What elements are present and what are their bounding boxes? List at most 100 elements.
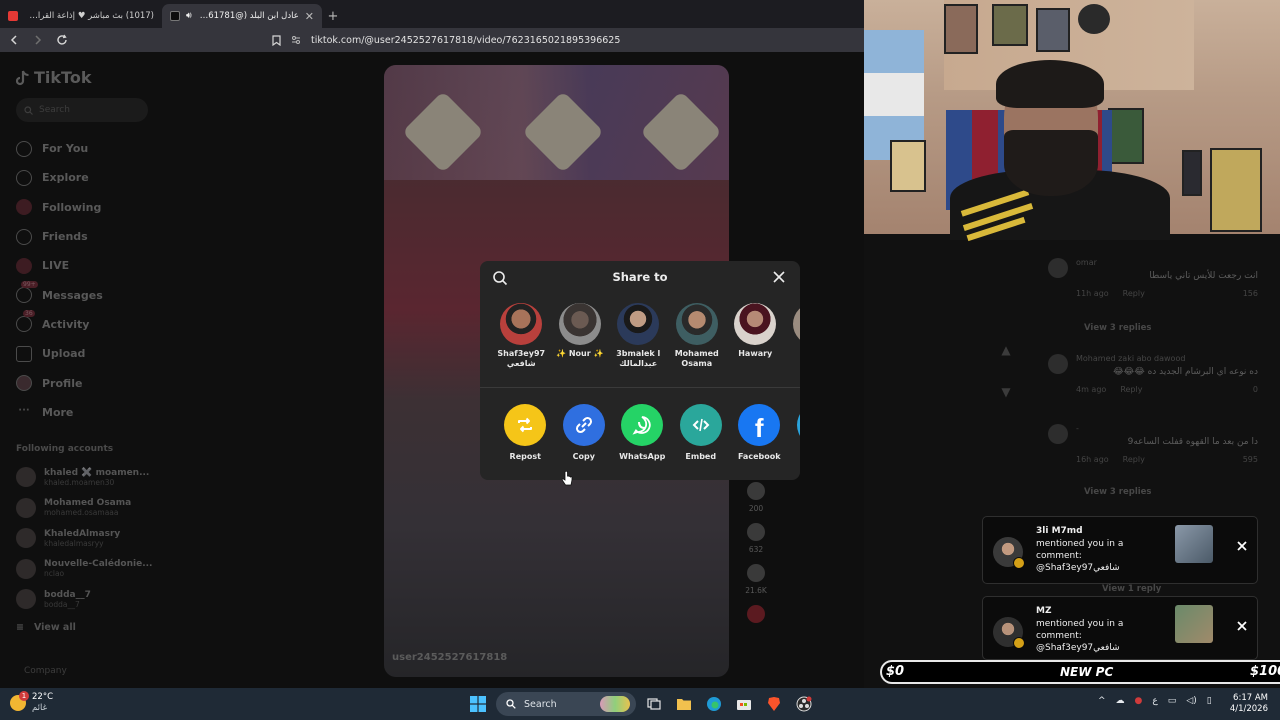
share-contact[interactable]: sa <box>785 303 800 369</box>
repost-button[interactable]: Repost <box>496 404 555 461</box>
start-button[interactable] <box>466 692 490 716</box>
chevron-up-icon[interactable]: ▲ <box>996 340 1016 360</box>
music-disc-icon[interactable] <box>747 605 765 623</box>
following-account-item[interactable]: KhaledAlmasry khaledalmasryy <box>16 523 152 554</box>
close-icon[interactable] <box>1235 539 1249 553</box>
url-text[interactable]: tiktok.com/@user2452527617818/video/7623… <box>311 35 620 46</box>
notification-thumbnail[interactable] <box>1175 605 1213 643</box>
reload-icon[interactable] <box>52 30 72 50</box>
tiktok-logo[interactable]: TikTok <box>16 68 91 87</box>
share-icon[interactable] <box>747 564 765 582</box>
profile-icon <box>16 375 32 392</box>
share-contact[interactable]: 3bmalek l عبدالمالك <box>609 303 668 369</box>
edge-icon[interactable] <box>702 692 726 716</box>
windows-icon <box>470 696 486 712</box>
sidebar-item-messages[interactable]: 99+ Messages <box>16 280 103 309</box>
close-icon[interactable] <box>771 269 787 285</box>
chevron-up-icon[interactable]: ^ <box>1098 696 1106 706</box>
site-settings-icon[interactable] <box>291 35 301 45</box>
new-tab-button[interactable]: + <box>322 4 344 28</box>
obs-icon[interactable] <box>792 692 816 716</box>
taskbar-clock[interactable]: 6:17 AM 4/1/2026 <box>1224 693 1268 715</box>
tab-quran-radio[interactable]: (1017) بث مباشر ♥ إذاعة القرآن الكريم <box>0 4 162 28</box>
cloud-icon[interactable]: ☁ <box>1116 696 1125 706</box>
notification-thumbnail[interactable] <box>1175 525 1213 563</box>
url-area[interactable]: tiktok.com/@user2452527617818/video/7623… <box>272 35 620 46</box>
notification-badge-icon <box>1013 557 1025 569</box>
input-language[interactable]: ع <box>1152 696 1157 706</box>
following-account-item[interactable]: khaled ✖️ moamen... khaled.moamen30 <box>16 462 152 493</box>
volume-icon[interactable]: ◁) <box>1186 696 1196 706</box>
share-contacts-row: Shaf3ey97 شافعي ✨ Nour ✨ 3bmalek l عبدال… <box>492 303 800 369</box>
like-count[interactable]: 156 <box>1243 289 1258 298</box>
search-input[interactable]: Search <box>16 98 148 122</box>
chevron-down-icon[interactable]: ▼ <box>996 382 1016 402</box>
embed-button[interactable]: Embed <box>672 404 731 461</box>
share-contact[interactable]: Shaf3ey97 شافعي <box>492 303 551 369</box>
messages-icon: 99+ <box>16 281 38 304</box>
like-count[interactable]: 0 <box>1253 385 1258 394</box>
tiktok-note-icon <box>16 70 29 85</box>
following-account-item[interactable]: Mohamed Osama mohamed.osamaaa <box>16 493 152 524</box>
task-view-icon[interactable] <box>642 692 666 716</box>
sidebar-item-more[interactable]: ··· More <box>16 398 103 427</box>
file-explorer-icon[interactable] <box>672 692 696 716</box>
sidebar-item-following[interactable]: Following <box>16 193 103 222</box>
brave-icon[interactable] <box>762 692 786 716</box>
sidebar-item-explore[interactable]: Explore <box>16 163 103 192</box>
view-reply-button[interactable]: View 1 reply <box>1102 584 1161 594</box>
taskbar-search[interactable]: Search <box>496 692 636 716</box>
mention-notification[interactable]: 3li M7md mentioned you in a comment: @Sh… <box>982 516 1258 584</box>
sidebar-item-activity[interactable]: 36 Activity <box>16 310 103 339</box>
back-icon[interactable] <box>4 30 24 50</box>
bookmark-icon[interactable] <box>747 523 765 541</box>
close-icon[interactable] <box>1235 619 1249 633</box>
sidebar-item-profile[interactable]: Profile <box>16 368 103 397</box>
bookmark-icon[interactable] <box>272 34 281 46</box>
poster-decoration <box>944 4 978 54</box>
avatar <box>675 303 718 345</box>
search-placeholder: Search <box>39 105 70 115</box>
sidebar-item-friends[interactable]: Friends <box>16 222 103 251</box>
view-replies-button[interactable]: View 3 replies <box>1084 323 1152 333</box>
sidebar-item-upload[interactable]: Upload <box>16 339 103 368</box>
tab-title: عادل ابن البلد (@61781 (+99 <box>198 11 299 21</box>
forward-icon[interactable] <box>28 30 48 50</box>
microphone-icon[interactable]: ● <box>1135 696 1143 706</box>
comment-icon[interactable] <box>747 482 765 500</box>
tab-title: (1017) بث مباشر ♥ إذاعة القرآن الكريم <box>24 11 154 21</box>
close-tab-icon[interactable]: ✕ <box>305 10 314 23</box>
share-actions-row: Repost Copy WhatsApp Embed f Facebook <box>496 404 800 461</box>
sidebar-item-live[interactable]: LIVE <box>16 251 103 280</box>
reply-button[interactable]: Reply <box>1120 385 1142 394</box>
share-contact[interactable]: Mohamed Osama <box>668 303 727 369</box>
telegram-share-button[interactable]: Te <box>789 404 800 461</box>
share-contact[interactable]: ✨ Nour ✨ <box>551 303 610 369</box>
screen: (1017) بث مباشر ♥ إذاعة القرآن الكريم 🔊︎… <box>0 0 1280 720</box>
video-username[interactable]: user2452527617818 <box>392 652 507 663</box>
tab-tiktok[interactable]: 🔊︎ عادل ابن البلد (@61781 (+99 ✕ <box>162 4 322 28</box>
speaker-icon[interactable]: 🔊︎ <box>186 11 192 21</box>
like-count[interactable]: 595 <box>1243 455 1258 464</box>
reply-button[interactable]: Reply <box>1123 455 1145 464</box>
following-account-item[interactable]: Nouvelle-Calédonie... nclao <box>16 554 152 585</box>
mention-notification[interactable]: MZ mentioned you in a comment: @Shaf3ey9… <box>982 596 1258 660</box>
whatsapp-icon <box>621 404 664 446</box>
weather-widget[interactable]: 1 22°C غائم <box>10 691 53 714</box>
avatar <box>16 558 36 579</box>
whatsapp-share-button[interactable]: WhatsApp <box>613 404 672 461</box>
activity-badge: 36 <box>23 310 35 318</box>
network-icon[interactable]: ▭ <box>1168 696 1177 706</box>
battery-icon[interactable]: ▯ <box>1207 696 1212 706</box>
following-account-item[interactable]: bodda__7 bodda__7 <box>16 584 152 615</box>
company-link[interactable]: Company <box>24 666 67 676</box>
view-replies-button[interactable]: View 3 replies <box>1084 487 1152 497</box>
following-icon <box>16 199 32 216</box>
view-all-link[interactable]: ≡ View all <box>16 622 76 633</box>
share-contact[interactable]: Hawary <box>726 303 785 369</box>
facebook-share-button[interactable]: f Facebook <box>730 404 789 461</box>
store-icon[interactable] <box>732 692 756 716</box>
sidebar-item-for-you[interactable]: For You <box>16 134 103 163</box>
copy-link-button[interactable]: Copy <box>555 404 614 461</box>
reply-button[interactable]: Reply <box>1123 289 1145 298</box>
